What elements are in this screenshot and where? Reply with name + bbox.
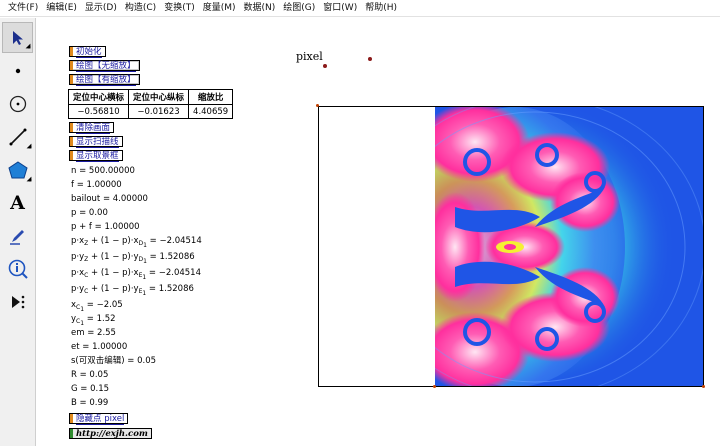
menu-bar: 文件(F) 编辑(E) 显示(D) 构造(C) 变换(T) 度量(M) 数据(N…: [0, 0, 720, 17]
measure-xc[interactable]: p·xC + (1 − p)·xE1 = −2.04514: [71, 268, 201, 283]
show-scanline-button[interactable]: 显示扫描线: [69, 136, 123, 148]
website-link-button[interactable]: http://exjh.com: [69, 428, 152, 439]
measure-p-plus-f[interactable]: p + f = 1.00000: [71, 222, 140, 233]
measure-yz[interactable]: p·yZ + (1 − p)·yD1 = 1.52086: [71, 252, 195, 267]
expr-part: + (1 − p)·x: [88, 268, 139, 278]
measure-b[interactable]: B = 0.99: [71, 398, 108, 409]
show-scanline-label: 显示扫描线: [76, 137, 119, 148]
measure-em[interactable]: em = 2.55: [71, 328, 116, 339]
expr-part: p·y: [71, 284, 85, 294]
measure-r[interactable]: R = 0.05: [71, 370, 108, 381]
expr-value: = 1.52: [84, 314, 116, 324]
measure-n[interactable]: n = 500.00000: [71, 166, 135, 177]
line-tool[interactable]: [2, 121, 33, 152]
plot-zoom-label: 绘图【有缩放】: [76, 75, 136, 86]
custom-tool[interactable]: [2, 286, 33, 317]
hide-pixel-label: 隐藏点 pixel: [76, 414, 125, 425]
init-button-label: 初始化: [76, 47, 102, 58]
location-table: 定位中心横标 定位中心纵标 缩放比 −0.56810 −0.01623 4.40…: [67, 89, 234, 119]
text-icon: A: [10, 191, 25, 214]
expr-part: p·y: [71, 252, 85, 262]
measure-xz[interactable]: p·xZ + (1 − p)·xD1 = −2.04514: [71, 236, 202, 251]
measure-s[interactable]: s(可双击编辑) = 0.05: [71, 356, 156, 367]
expr-part: + (1 − p)·x: [88, 236, 139, 246]
text-tool[interactable]: A: [2, 187, 33, 218]
measure-et[interactable]: et = 1.00000: [71, 342, 127, 353]
measure-yc1[interactable]: yC1 = 1.52: [71, 314, 116, 329]
expr-value: = 1.52086: [146, 284, 194, 294]
measure-yc[interactable]: p·yC + (1 − p)·yE1 = 1.52086: [71, 284, 194, 299]
fractal-frame: [318, 106, 704, 387]
table-cell: −0.01623: [128, 104, 190, 119]
table-cell: −0.56810: [67, 104, 130, 119]
expr-value: = −2.04514: [146, 268, 202, 278]
clear-button[interactable]: 清除画面: [69, 122, 115, 134]
point-icon: [15, 68, 20, 73]
expr-part: p·x: [71, 268, 85, 278]
info-icon: [8, 259, 28, 279]
compass-icon: [9, 95, 26, 112]
measure-xc1[interactable]: xC1 = −2.05: [71, 300, 123, 315]
expr-value: = −2.05: [84, 300, 123, 310]
menu-graph[interactable]: 绘图(G): [279, 0, 319, 17]
measure-g[interactable]: G = 0.15: [71, 384, 109, 395]
arrow-select-icon: [12, 30, 23, 45]
menu-construct[interactable]: 构造(C): [121, 0, 160, 17]
table-header: 定位中心横标: [67, 89, 130, 105]
measure-p[interactable]: p = 0.00: [71, 208, 108, 219]
marker-icon: [9, 229, 24, 245]
menu-display[interactable]: 显示(D): [81, 0, 121, 17]
table-cell: 4.40659: [188, 104, 234, 119]
expr-part: + (1 − p)·y: [88, 252, 139, 262]
plot-no-zoom-button[interactable]: 绘图【无缩放】: [69, 60, 140, 72]
menu-window[interactable]: 窗口(W): [319, 0, 361, 17]
clear-button-label: 清除画面: [76, 123, 111, 134]
expr-part: + (1 − p)·y: [88, 284, 139, 294]
fractal-image: [435, 107, 703, 386]
polygon-tool[interactable]: [2, 154, 33, 185]
measure-bailout[interactable]: bailout = 4.00000: [71, 194, 148, 205]
show-view-button[interactable]: 显示取景框: [69, 150, 123, 162]
toolbox: A: [0, 18, 36, 446]
frame-corner-point[interactable]: [433, 385, 436, 388]
info-tool[interactable]: [2, 253, 33, 284]
line-icon: [9, 128, 26, 145]
show-view-label: 显示取景框: [76, 151, 119, 162]
hide-pixel-button[interactable]: 隐藏点 pixel: [69, 413, 129, 425]
website-link-label: http://exjh.com: [76, 429, 148, 439]
frame-corner-point[interactable]: [316, 104, 319, 107]
init-button[interactable]: 初始化: [69, 46, 106, 58]
measure-f[interactable]: f = 1.00000: [71, 180, 122, 191]
point-tool[interactable]: [2, 55, 33, 86]
menu-measure[interactable]: 度量(M): [199, 0, 240, 17]
menu-transform[interactable]: 变换(T): [160, 0, 199, 17]
table-header: 定位中心纵标: [128, 89, 190, 105]
arrow-select-tool[interactable]: [2, 22, 33, 53]
menu-data[interactable]: 数据(N): [240, 0, 280, 17]
menu-file[interactable]: 文件(F): [4, 0, 42, 17]
expr-value: = −2.04514: [146, 236, 202, 246]
table-header-row: 定位中心横标 定位中心纵标 缩放比: [67, 89, 234, 105]
custom-tool-icon: [11, 295, 24, 308]
marker-tool[interactable]: [2, 220, 33, 251]
table-header: 缩放比: [188, 89, 234, 105]
pixel-point[interactable]: [323, 64, 327, 68]
expr-part: p·x: [71, 236, 85, 246]
frame-corner-point[interactable]: [702, 385, 705, 388]
plot-zoom-button[interactable]: 绘图【有缩放】: [69, 74, 140, 86]
polygon-icon: [7, 160, 28, 178]
pixel-label[interactable]: pixel: [296, 50, 323, 63]
expr-value: = 1.52086: [146, 252, 195, 262]
plot-no-zoom-label: 绘图【无缩放】: [76, 61, 136, 72]
pixel-point[interactable]: [368, 57, 372, 61]
table-row: −0.56810 −0.01623 4.40659: [67, 104, 234, 119]
menu-help[interactable]: 帮助(H): [361, 0, 401, 17]
compass-tool[interactable]: [2, 88, 33, 119]
menu-edit[interactable]: 编辑(E): [42, 0, 81, 17]
